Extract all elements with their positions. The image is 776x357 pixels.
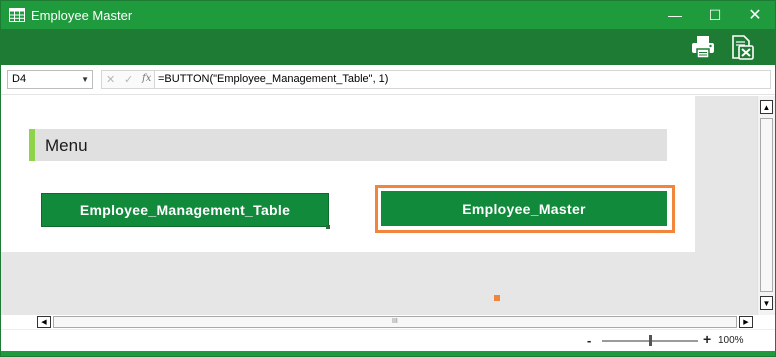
minimize-icon: —	[668, 7, 682, 23]
minimize-button[interactable]: —	[655, 1, 695, 29]
scroll-right-icon[interactable]: ▶	[739, 316, 753, 328]
bottom-border-strip	[1, 351, 775, 356]
horizontal-scroll-thumb[interactable]: III	[53, 316, 737, 328]
close-icon: ✕	[748, 7, 762, 24]
toolbar	[1, 29, 775, 65]
close-button[interactable]: ✕	[735, 1, 775, 29]
printer-icon[interactable]	[689, 33, 717, 61]
scroll-up-icon[interactable]: ▲	[760, 100, 773, 114]
menu-accent-bar	[29, 129, 35, 161]
menu-section-header: Menu	[29, 129, 667, 161]
formula-bar: D4 ▼ ✕ ✓ fx =BUTTON("Employee_Management…	[1, 65, 775, 95]
function-icon[interactable]: fx	[142, 73, 151, 84]
sheet-content: Menu Employee_Management_Table Employee_…	[1, 96, 695, 252]
grip-icon: III	[392, 318, 398, 325]
scroll-left-icon[interactable]: ◀	[37, 316, 51, 328]
name-box[interactable]: D4 ▼	[7, 70, 93, 89]
excel-export-icon[interactable]	[727, 33, 755, 61]
zoom-out-button[interactable]: -	[587, 333, 591, 348]
spreadsheet-icon	[9, 8, 25, 22]
status-bar: - + 100%	[1, 329, 775, 351]
zoom-slider-knob[interactable]	[649, 335, 652, 346]
employee-master-button[interactable]: Employee_Master	[381, 191, 667, 226]
cell-reference: D4	[12, 73, 27, 85]
formula-tools: ✕ ✓ fx	[101, 70, 155, 89]
zoom-in-button[interactable]: +	[703, 331, 711, 347]
zoom-level: 100%	[718, 335, 744, 346]
checkmark-icon[interactable]: ✓	[124, 73, 133, 86]
menu-title: Menu	[45, 136, 88, 155]
orange-marker	[494, 295, 500, 301]
scroll-down-icon[interactable]: ▼	[760, 296, 773, 310]
maximize-icon: ☐	[708, 6, 722, 23]
resize-handle[interactable]	[326, 225, 330, 229]
window-title: Employee Master	[31, 8, 133, 23]
chevron-down-icon[interactable]: ▼	[81, 71, 89, 88]
horizontal-scrollbar[interactable]: ◀ III ▶	[1, 315, 775, 329]
cancel-icon[interactable]: ✕	[106, 73, 115, 86]
maximize-button[interactable]: ☐	[695, 1, 735, 29]
sheet-area[interactable]: Menu Employee_Management_Table Employee_…	[1, 96, 757, 315]
vertical-scrollbar[interactable]: ▲ ▼	[757, 96, 775, 315]
vertical-scroll-thumb[interactable]	[760, 118, 773, 292]
formula-input[interactable]: =BUTTON("Employee_Management_Table", 1)	[155, 70, 771, 89]
title-bar: Employee Master — ☐ ✕	[1, 1, 775, 29]
employee-management-table-button[interactable]: Employee_Management_Table	[41, 193, 329, 227]
app-window: Employee Master — ☐ ✕ D4 ▼ ✕ ✓ fx =BUTTO…	[0, 0, 776, 357]
